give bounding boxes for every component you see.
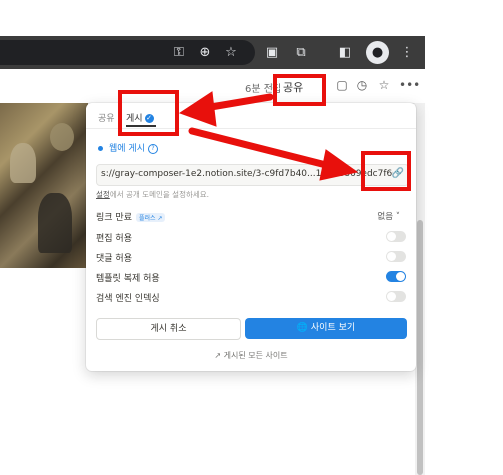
arrow-to-publish-tab xyxy=(201,93,274,112)
arrow-head xyxy=(319,149,359,181)
annotation-arrows xyxy=(178,91,359,181)
arrow-head xyxy=(178,91,217,127)
arrow-to-copy-link xyxy=(188,127,334,170)
